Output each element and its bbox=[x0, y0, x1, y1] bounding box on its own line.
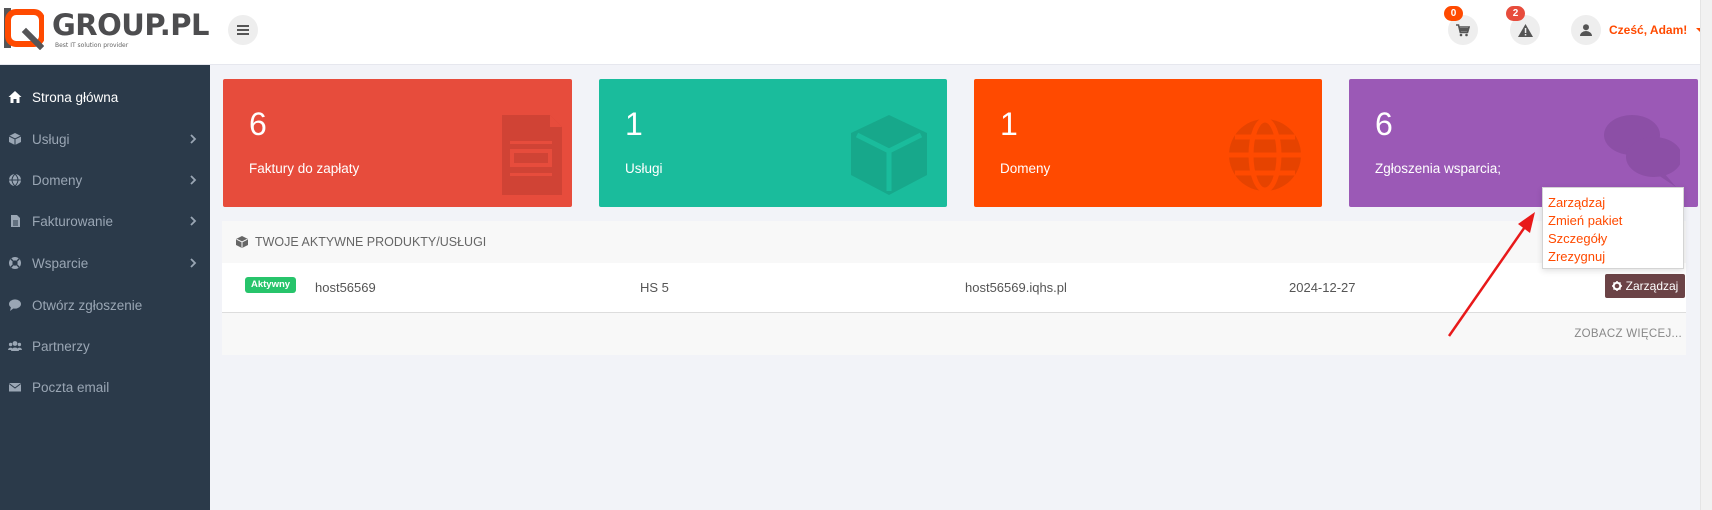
alerts-button[interactable]: 2 bbox=[1506, 6, 1540, 45]
chevron-right-icon bbox=[190, 258, 197, 268]
dropdown-item-details[interactable]: Szczegóły bbox=[1548, 230, 1683, 248]
manage-button-label: Zarządzaj bbox=[1625, 279, 1679, 293]
user-icon bbox=[1580, 24, 1592, 36]
hamburger-icon bbox=[237, 25, 249, 35]
avatar bbox=[1571, 15, 1601, 45]
sidebar-item-services[interactable]: Usługi bbox=[0, 121, 210, 157]
stat-label: Domeny bbox=[1000, 161, 1051, 176]
home-icon bbox=[8, 91, 22, 103]
sidebar-item-label: Poczta email bbox=[32, 379, 110, 395]
stat-label: Faktury do zapłaty bbox=[249, 161, 360, 176]
user-greeting: Cześć, Adam! bbox=[1609, 23, 1688, 37]
alerts-count-badge: 2 bbox=[1506, 6, 1525, 21]
sidebar-item-label: Partnerzy bbox=[32, 338, 90, 354]
dropdown-item-change-plan[interactable]: Zmień pakiet bbox=[1548, 212, 1683, 230]
file-icon bbox=[11, 215, 20, 227]
product-domain: host56569.iqhs.pl bbox=[965, 280, 1067, 295]
stat-value: 6 bbox=[1375, 106, 1393, 142]
stat-card-invoices[interactable]: 6 Faktury do zapłaty bbox=[223, 79, 572, 207]
user-menu[interactable]: Cześć, Adam! bbox=[1571, 15, 1705, 45]
panel-title: TWOJE AKTYWNE PRODUKTY/USŁUGI bbox=[255, 235, 487, 249]
stat-card-domains[interactable]: 1 Domeny bbox=[974, 79, 1322, 207]
product-date: 2024-12-27 bbox=[1289, 280, 1356, 295]
sidebar-item-email[interactable]: Poczta email bbox=[0, 369, 210, 405]
panel-header: TWOJE AKTYWNE PRODUKTY/USŁUGI bbox=[222, 221, 1686, 263]
sidebar-item-partners[interactable]: Partnerzy bbox=[0, 328, 210, 364]
logo-text: GROUP.PL bbox=[52, 8, 210, 42]
stat-label: Usługi bbox=[625, 161, 663, 176]
stat-value: 1 bbox=[1000, 106, 1018, 142]
sidebar-item-label: Domeny bbox=[32, 172, 83, 188]
sidebar-item-label: Otwórz zgłoszenie bbox=[32, 297, 143, 313]
table-row[interactable]: Aktywny host56569 HS 5 host56569.iqhs.pl… bbox=[222, 263, 1686, 313]
lifebuoy-icon bbox=[9, 257, 21, 269]
cart-icon bbox=[1456, 23, 1470, 36]
sidebar-item-label: Wsparcie bbox=[32, 255, 89, 271]
globe-icon bbox=[1229, 117, 1301, 193]
top-header: GROUP.PL Best IT solution provider 0 2 C… bbox=[0, 0, 1712, 65]
envelope-icon bbox=[8, 383, 22, 392]
cart-button[interactable]: 0 bbox=[1444, 6, 1478, 45]
chevron-right-icon bbox=[190, 175, 197, 185]
logo-tagline: Best IT solution provider bbox=[55, 42, 129, 49]
sidebar-item-open-ticket[interactable]: Otwórz zgłoszenie bbox=[0, 287, 210, 323]
warning-icon bbox=[1517, 23, 1533, 37]
sidebar-item-label: Strona główna bbox=[32, 89, 119, 105]
chevron-right-icon bbox=[190, 216, 197, 226]
users-icon bbox=[8, 341, 22, 351]
logo[interactable]: GROUP.PL Best IT solution provider bbox=[4, 6, 210, 50]
stat-value: 6 bbox=[249, 106, 267, 142]
gear-icon bbox=[1611, 281, 1622, 291]
stat-card-services[interactable]: 1 Usługi bbox=[599, 79, 947, 207]
sidebar-item-domains[interactable]: Domeny bbox=[0, 162, 210, 198]
globe-icon bbox=[9, 173, 21, 187]
sidebar: Strona główna Usługi Domeny Fakturowanie bbox=[0, 65, 210, 510]
sidebar-item-label: Fakturowanie bbox=[32, 213, 114, 229]
product-name: host56569 bbox=[315, 280, 376, 295]
dropdown-item-cancel[interactable]: Zrezygnuj bbox=[1548, 248, 1683, 266]
cube-icon bbox=[236, 236, 248, 248]
sidebar-item-support[interactable]: Wsparcie bbox=[0, 245, 210, 281]
dropdown-item-manage[interactable]: Zarządzaj bbox=[1548, 194, 1683, 212]
cart-count-badge: 0 bbox=[1444, 6, 1463, 21]
manage-button[interactable]: Zarządzaj bbox=[1605, 274, 1685, 298]
sidebar-item-label: Usługi bbox=[32, 131, 70, 147]
chevron-right-icon bbox=[190, 134, 197, 144]
manage-dropdown-menu: Zarządzaj Zmień pakiet Szczegóły Zrezygn… bbox=[1542, 187, 1684, 269]
cube-icon bbox=[8, 133, 22, 145]
sidebar-item-home[interactable]: Strona główna bbox=[0, 79, 210, 115]
logo-mark-icon bbox=[4, 8, 44, 50]
see-more-link[interactable]: ZOBACZ WIĘCEJ... bbox=[1574, 328, 1682, 340]
comment-icon bbox=[9, 299, 21, 311]
invoice-icon bbox=[502, 115, 562, 195]
active-products-panel: TWOJE AKTYWNE PRODUKTY/USŁUGI Aktywny ho… bbox=[222, 221, 1686, 355]
status-badge: Aktywny bbox=[245, 277, 297, 293]
product-plan: HS 5 bbox=[640, 280, 669, 295]
sidebar-item-billing[interactable]: Fakturowanie bbox=[0, 203, 210, 239]
stat-label: Zgłoszenia wsparcia; bbox=[1375, 161, 1502, 176]
cube-icon bbox=[851, 115, 927, 195]
scrollbar[interactable] bbox=[1700, 0, 1712, 510]
comments-icon bbox=[1604, 115, 1680, 187]
stat-value: 1 bbox=[625, 106, 643, 142]
menu-toggle-button[interactable] bbox=[228, 15, 258, 45]
